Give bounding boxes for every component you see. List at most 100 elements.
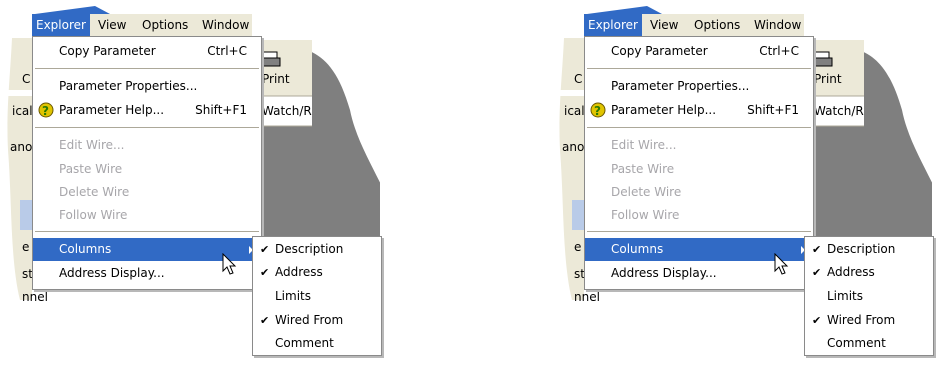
menu-item-label: Parameter Properties... [611,79,750,93]
shortcut-label: Ctrl+C [759,44,799,58]
submenu-item-limits[interactable]: Limits [805,285,933,308]
menu-item-copy-parameter[interactable]: Copy Parameter Ctrl+C [33,40,261,63]
menu-item-label: Columns [611,242,664,256]
menu-item-label: Paste Wire [611,162,675,176]
menu-separator [35,231,259,232]
explorer-dropdown-menu: Copy Parameter Ctrl+C Parameter Properti… [584,36,814,290]
menu-item-label: Parameter Help... [59,103,165,117]
submenu-item-address[interactable]: ✔ Address [805,261,933,284]
menu-item-label: Parameter Properties... [59,79,198,93]
checkmark-icon: ✔ [260,243,270,256]
print-label: Print [814,72,842,86]
svg-text:?: ? [42,104,49,118]
menu-bar: Explorer View Options Window [32,14,252,36]
menu-item-edit-wire: Edit Wire... [585,134,813,157]
menu-item-label: Columns [59,242,112,256]
submenu-item-label: Description [275,242,344,256]
submenu-item-label: Address [827,265,875,279]
menu-item-label: Delete Wire [59,185,130,199]
menu-separator [35,68,259,69]
menu-separator [587,127,811,128]
menu-item-edit-wire: Edit Wire... [33,134,261,157]
menu-item-delete-wire: Delete Wire [33,181,261,204]
menu-explorer[interactable]: Explorer [32,14,90,36]
submenu-item-wired-from[interactable]: ✔ Wired From [253,309,381,332]
submenu-item-comment[interactable]: Comment [805,332,933,355]
menu-options[interactable]: Options [694,14,740,36]
menu-item-label: Follow Wire [611,208,680,222]
menu-item-label: Address Display... [611,266,717,280]
fragment-c: C [22,72,31,86]
shortcut-label: Ctrl+C [207,44,247,58]
fragment-c: C [574,72,583,86]
watch-label: Watch/R [814,104,864,118]
menu-item-label: Parameter Help... [611,103,717,117]
submenu-item-address[interactable]: ✔ Address [253,261,381,284]
submenu-item-description[interactable]: ✔ Description [805,238,933,261]
menu-item-paste-wire: Paste Wire [33,158,261,181]
menu-item-paste-wire: Paste Wire [585,158,813,181]
submenu-item-limits[interactable]: Limits [253,285,381,308]
submenu-item-label: Description [827,242,896,256]
submenu-item-label: Comment [275,336,334,350]
help-icon: ? [590,102,606,118]
printer-icon [811,51,833,67]
menu-item-parameter-properties[interactable]: Parameter Properties... [585,75,813,98]
fragment-e: e [574,240,582,254]
watch-label: Watch/R [262,104,312,118]
fragment-nnel: nnel [22,290,48,304]
menu-item-label: Edit Wire... [59,138,125,152]
submenu-item-label: Address [275,265,323,279]
fragment-ical: ical [564,104,585,118]
menu-item-delete-wire: Delete Wire [585,181,813,204]
svg-text:?: ? [594,104,601,118]
fragment-ano: ano [562,140,585,154]
menu-item-label: Delete Wire [611,185,682,199]
print-label: Print [262,72,290,86]
columns-submenu: ✔ Description ✔ Address Limits ✔ Wired F… [252,236,382,356]
submenu-item-wired-from[interactable]: ✔ Wired From [805,309,933,332]
menu-item-parameter-help[interactable]: ? Parameter Help... Shift+F1 [33,99,261,122]
submenu-item-label: Limits [275,289,311,303]
checkmark-icon: ✔ [260,314,270,327]
submenu-item-description[interactable]: ✔ Description [253,238,381,261]
menu-item-parameter-help[interactable]: ? Parameter Help... Shift+F1 [585,99,813,122]
menu-bar: Explorer View Options Window [584,14,804,36]
menu-item-follow-wire: Follow Wire [33,204,261,227]
columns-submenu: ✔ Description ✔ Address Limits ✔ Wired F… [804,236,934,356]
menu-options[interactable]: Options [142,14,188,36]
submenu-item-comment[interactable]: Comment [253,332,381,355]
help-icon: ? [38,102,54,118]
menu-item-label: Follow Wire [59,208,128,222]
menu-item-copy-parameter[interactable]: Copy Parameter Ctrl+C [585,40,813,63]
mouse-pointer-icon [774,253,789,275]
submenu-item-label: Wired From [827,313,896,327]
screenshot-panel-1: Print Watch/R C ical ano e st nnel Explo… [0,0,382,371]
menu-item-label: Paste Wire [59,162,123,176]
fragment-e: e [22,240,30,254]
menu-item-label: Copy Parameter [611,44,708,58]
menu-separator [35,127,259,128]
menu-item-parameter-properties[interactable]: Parameter Properties... [33,75,261,98]
mouse-pointer-icon [222,253,237,275]
menu-window[interactable]: Window [754,14,801,36]
menu-separator [587,68,811,69]
menu-item-follow-wire: Follow Wire [585,204,813,227]
menu-explorer[interactable]: Explorer [584,14,642,36]
fragment-nnel: nnel [574,290,600,304]
checkmark-icon: ✔ [260,266,270,279]
checkmark-icon: ✔ [812,243,822,256]
menu-view[interactable]: View [650,14,678,36]
menu-view[interactable]: View [98,14,126,36]
screenshot-panel-2: Print Watch/R C ical ano e st nnel Explo… [552,0,934,371]
menu-item-label: Copy Parameter [59,44,156,58]
fragment-ical: ical [12,104,33,118]
printer-icon [259,51,281,67]
submenu-item-label: Limits [827,289,863,303]
menu-separator [587,231,811,232]
fragment-ano: ano [10,140,33,154]
submenu-item-label: Comment [827,336,886,350]
menu-item-label: Address Display... [59,266,165,280]
menu-window[interactable]: Window [202,14,249,36]
checkmark-icon: ✔ [812,314,822,327]
